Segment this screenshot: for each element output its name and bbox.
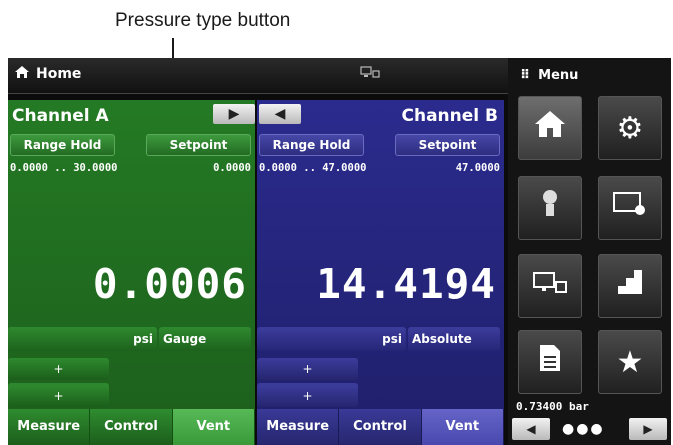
- triangle-left-icon: ◀: [274, 106, 286, 122]
- channel-b-title: Channel B: [401, 106, 499, 126]
- channel-a-plus-button-1[interactable]: +: [8, 358, 109, 380]
- channel-b-plus-button-1[interactable]: +: [257, 358, 358, 380]
- favorites-tile[interactable]: ★: [598, 330, 662, 394]
- channel-b-tab-control[interactable]: Control: [339, 409, 422, 445]
- network-connection-icon: [360, 66, 380, 83]
- page-dots: ●●●: [562, 421, 605, 437]
- triangle-right-icon: ▶: [228, 106, 240, 122]
- channel-a-title: Channel A: [12, 106, 109, 126]
- menu-next-button[interactable]: ▶: [629, 418, 667, 440]
- channel-b-plus-button-3[interactable]: +: [257, 385, 358, 407]
- channel-b-setpoint-button[interactable]: Setpoint: [395, 134, 500, 156]
- menu-panel: ⠿ Menu ⚙ ★ 0.73400 bar ◀ ●●● ▶: [508, 58, 671, 445]
- settings-gears-icon: ⚙: [616, 110, 644, 146]
- channel-b-switch-button[interactable]: ◀: [259, 104, 301, 124]
- channel-a-setpoint-button[interactable]: Setpoint: [146, 134, 251, 156]
- display-settings-tile[interactable]: [598, 176, 662, 240]
- settings-tile[interactable]: ⚙: [598, 96, 662, 160]
- channel-b-unit-row: psi Absolute: [257, 327, 504, 351]
- channel-a-reading: 0.0006: [92, 260, 247, 308]
- channel-b-setpoint-value: 47.0000: [455, 162, 500, 174]
- remote-tile[interactable]: [518, 254, 582, 318]
- sensor-tile[interactable]: [518, 176, 582, 240]
- display-settings-icon: [612, 190, 648, 226]
- channel-b-range: 0.0000 .. 47.0000: [259, 162, 367, 174]
- channel-a-unit-row: psi Gauge: [8, 327, 255, 351]
- channel-a-pressure-type-button[interactable]: Gauge: [159, 327, 251, 351]
- remote-connection-icon: [532, 269, 568, 304]
- channel-b-tab-measure[interactable]: Measure: [257, 409, 340, 445]
- callout-label: Pressure type button: [115, 10, 291, 31]
- menu-title: Menu: [538, 68, 579, 83]
- steps-tile[interactable]: [598, 254, 662, 318]
- top-bar: Home: [8, 58, 508, 94]
- barometer-reading: 0.73400 bar: [516, 400, 589, 413]
- channel-a-plus-button-3[interactable]: +: [8, 385, 109, 407]
- steps-icon: [614, 268, 646, 304]
- menu-pager: ◀ ●●● ▶: [512, 418, 667, 440]
- document-icon: [538, 343, 562, 381]
- triangle-right-icon: ▶: [643, 422, 653, 436]
- channel-b-range-hold-button[interactable]: Range Hold: [259, 134, 364, 156]
- sensor-icon: [539, 188, 561, 228]
- channel-a-tab-measure[interactable]: Measure: [8, 409, 91, 445]
- menu-button[interactable]: ⠿ Menu: [520, 68, 578, 83]
- channel-a-tabs: Measure Control Vent: [8, 409, 255, 445]
- instrument-screen: Home Channel A ▶ Range Hold Setpoint 0.0…: [8, 58, 671, 445]
- channel-a-switch-button[interactable]: ▶: [213, 104, 255, 124]
- channel-a-range-hold-button[interactable]: Range Hold: [10, 134, 115, 156]
- channel-b-pressure-type-button[interactable]: Absolute: [408, 327, 500, 351]
- home-icon: [532, 108, 568, 148]
- home-label: Home: [36, 66, 82, 82]
- channel-b-unit-button[interactable]: psi: [257, 327, 406, 351]
- channel-a-range: 0.0000 .. 30.0000: [10, 162, 118, 174]
- menu-grip-icon: ⠿: [520, 68, 531, 83]
- channel-b-tab-vent[interactable]: Vent: [421, 409, 504, 445]
- menu-prev-button[interactable]: ◀: [512, 418, 550, 440]
- channel-a-unit-button[interactable]: psi: [8, 327, 157, 351]
- home-tile[interactable]: [518, 96, 582, 160]
- channel-b-reading: 14.4194: [316, 260, 496, 308]
- triangle-left-icon: ◀: [526, 422, 536, 436]
- star-icon: ★: [616, 344, 644, 380]
- document-tile[interactable]: [518, 330, 582, 394]
- channel-a-tab-control[interactable]: Control: [90, 409, 173, 445]
- home-icon: [14, 65, 30, 83]
- channel-b-tabs: Measure Control Vent: [257, 409, 504, 445]
- channel-a-tab-vent[interactable]: Vent: [172, 409, 255, 445]
- home-button[interactable]: Home: [14, 65, 81, 83]
- channel-a-setpoint-value: 0.0000: [213, 162, 251, 174]
